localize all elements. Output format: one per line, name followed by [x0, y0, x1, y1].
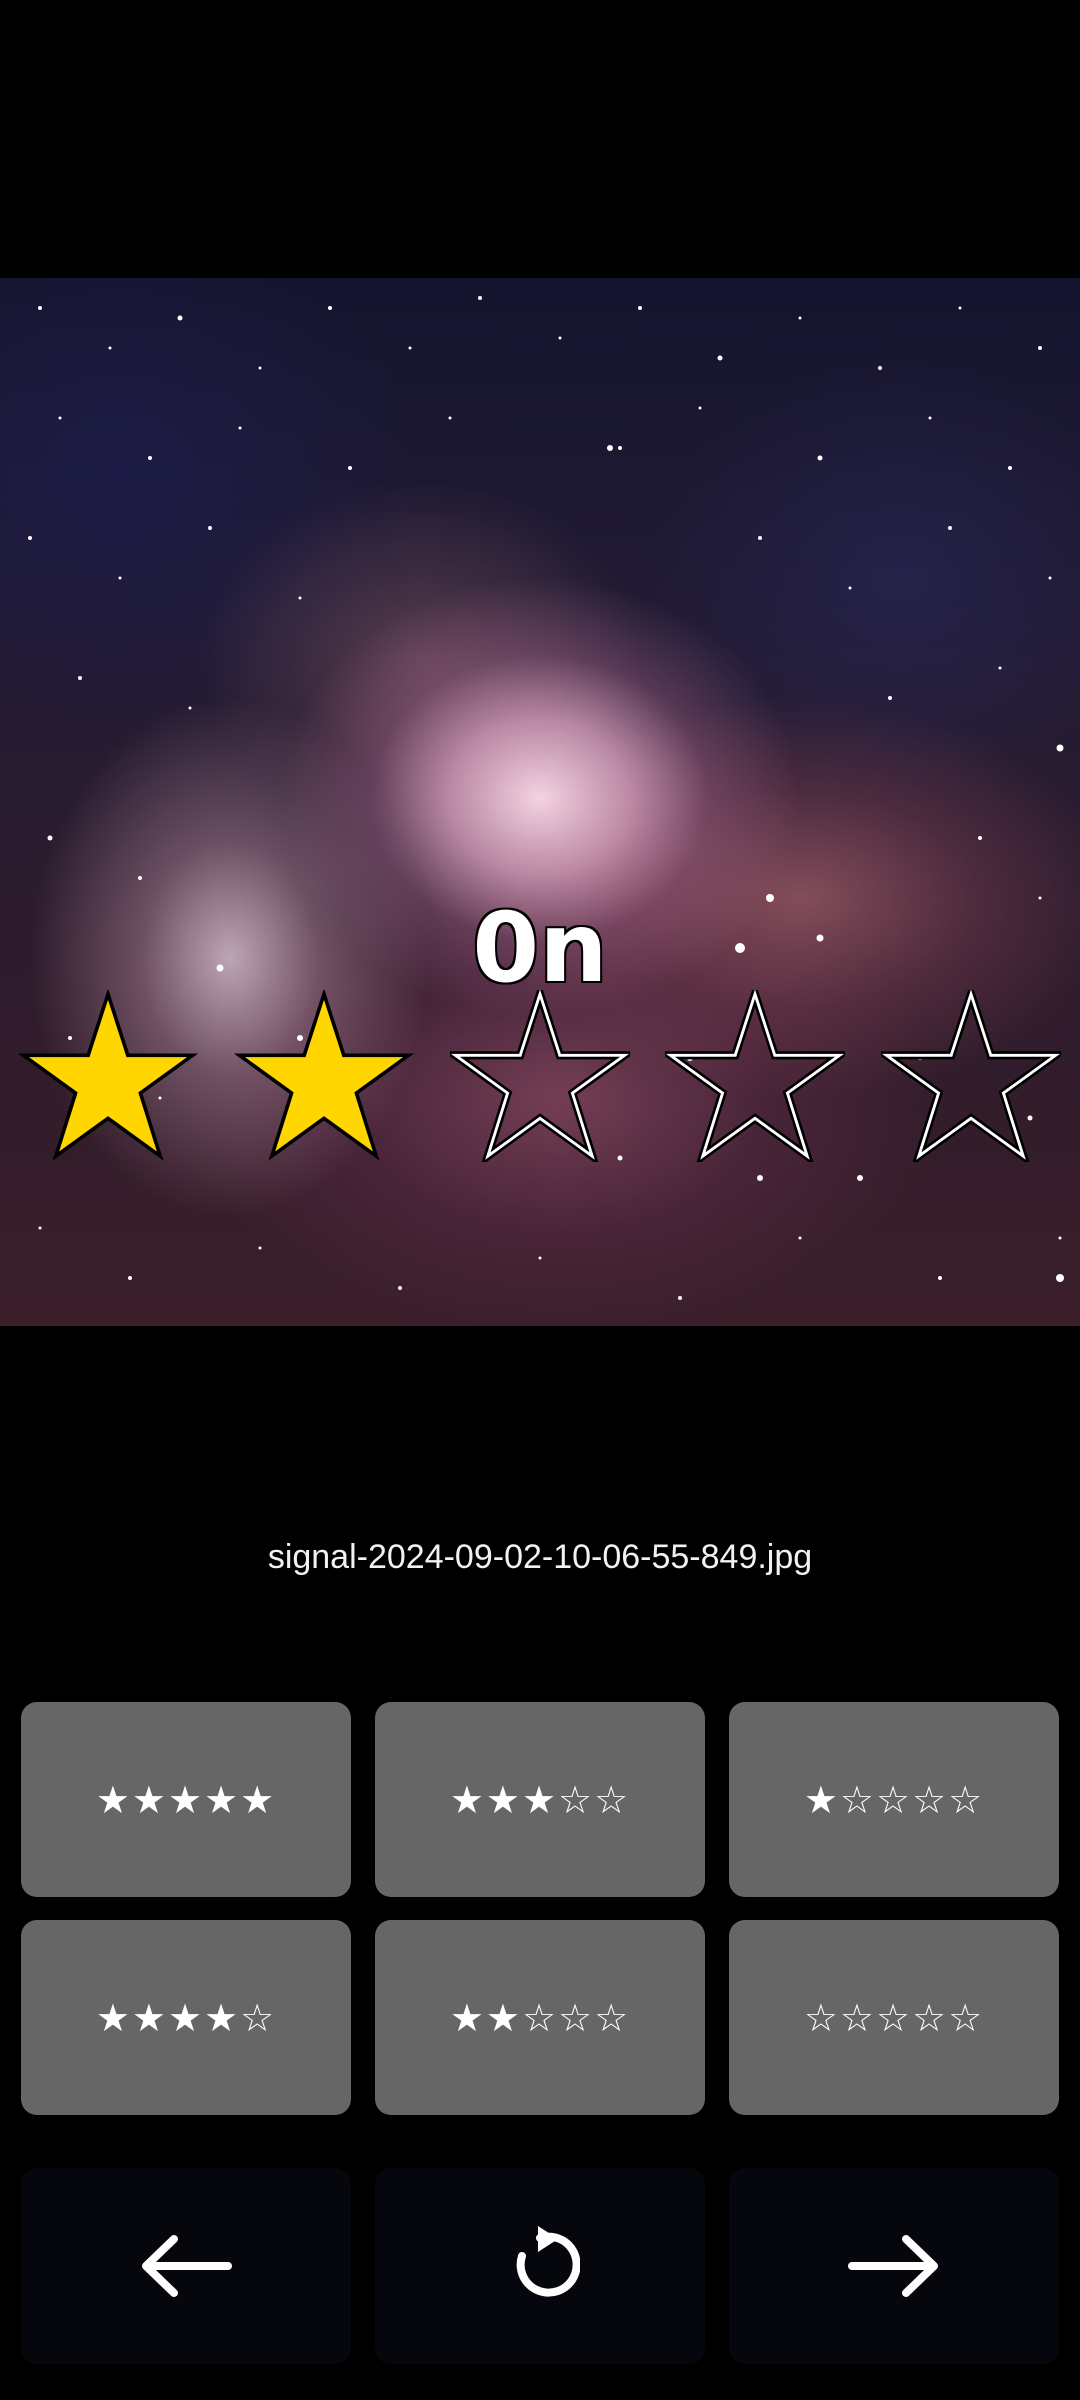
arrow-left-icon	[142, 2235, 232, 2297]
undo-button[interactable]	[375, 2168, 705, 2364]
rate-0-stars-button[interactable]: ☆☆☆☆☆	[729, 1920, 1059, 2115]
rate-3-stars-button[interactable]: ★★★☆☆	[375, 1702, 705, 1897]
rate-2-stars-button[interactable]: ★★☆☆☆	[375, 1920, 705, 2115]
rotate-ccw-icon	[516, 2226, 580, 2297]
rating-star-5-icon	[881, 990, 1061, 1162]
photo-image[interactable]	[0, 278, 1080, 1326]
rating-star-4-icon	[665, 990, 845, 1162]
rate-1-star-button[interactable]: ★☆☆☆☆	[729, 1702, 1059, 1897]
star-rating-display	[0, 990, 1080, 1170]
rate-4-stars-button[interactable]: ★★★★☆	[21, 1920, 351, 2115]
navigation-bar	[21, 2168, 1059, 2364]
file-name-label: signal-2024-09-02-10-06-55-849.jpg	[267, 1538, 813, 1576]
previous-button[interactable]	[21, 2168, 351, 2364]
rating-button-grid: ★★★★★ ★★★☆☆ ★☆☆☆☆ ★★★★☆ ★★☆☆☆ ☆☆☆☆☆	[21, 1702, 1059, 2115]
rating-star-1-icon	[18, 990, 198, 1161]
next-button[interactable]	[729, 2168, 1059, 2364]
rating-star-2-icon	[234, 990, 414, 1161]
rating-star-3-icon	[450, 990, 630, 1162]
rating-overlay-label: 0n	[471, 892, 609, 1004]
arrow-right-icon	[848, 2235, 938, 2297]
rate-5-stars-button[interactable]: ★★★★★	[21, 1702, 351, 1897]
